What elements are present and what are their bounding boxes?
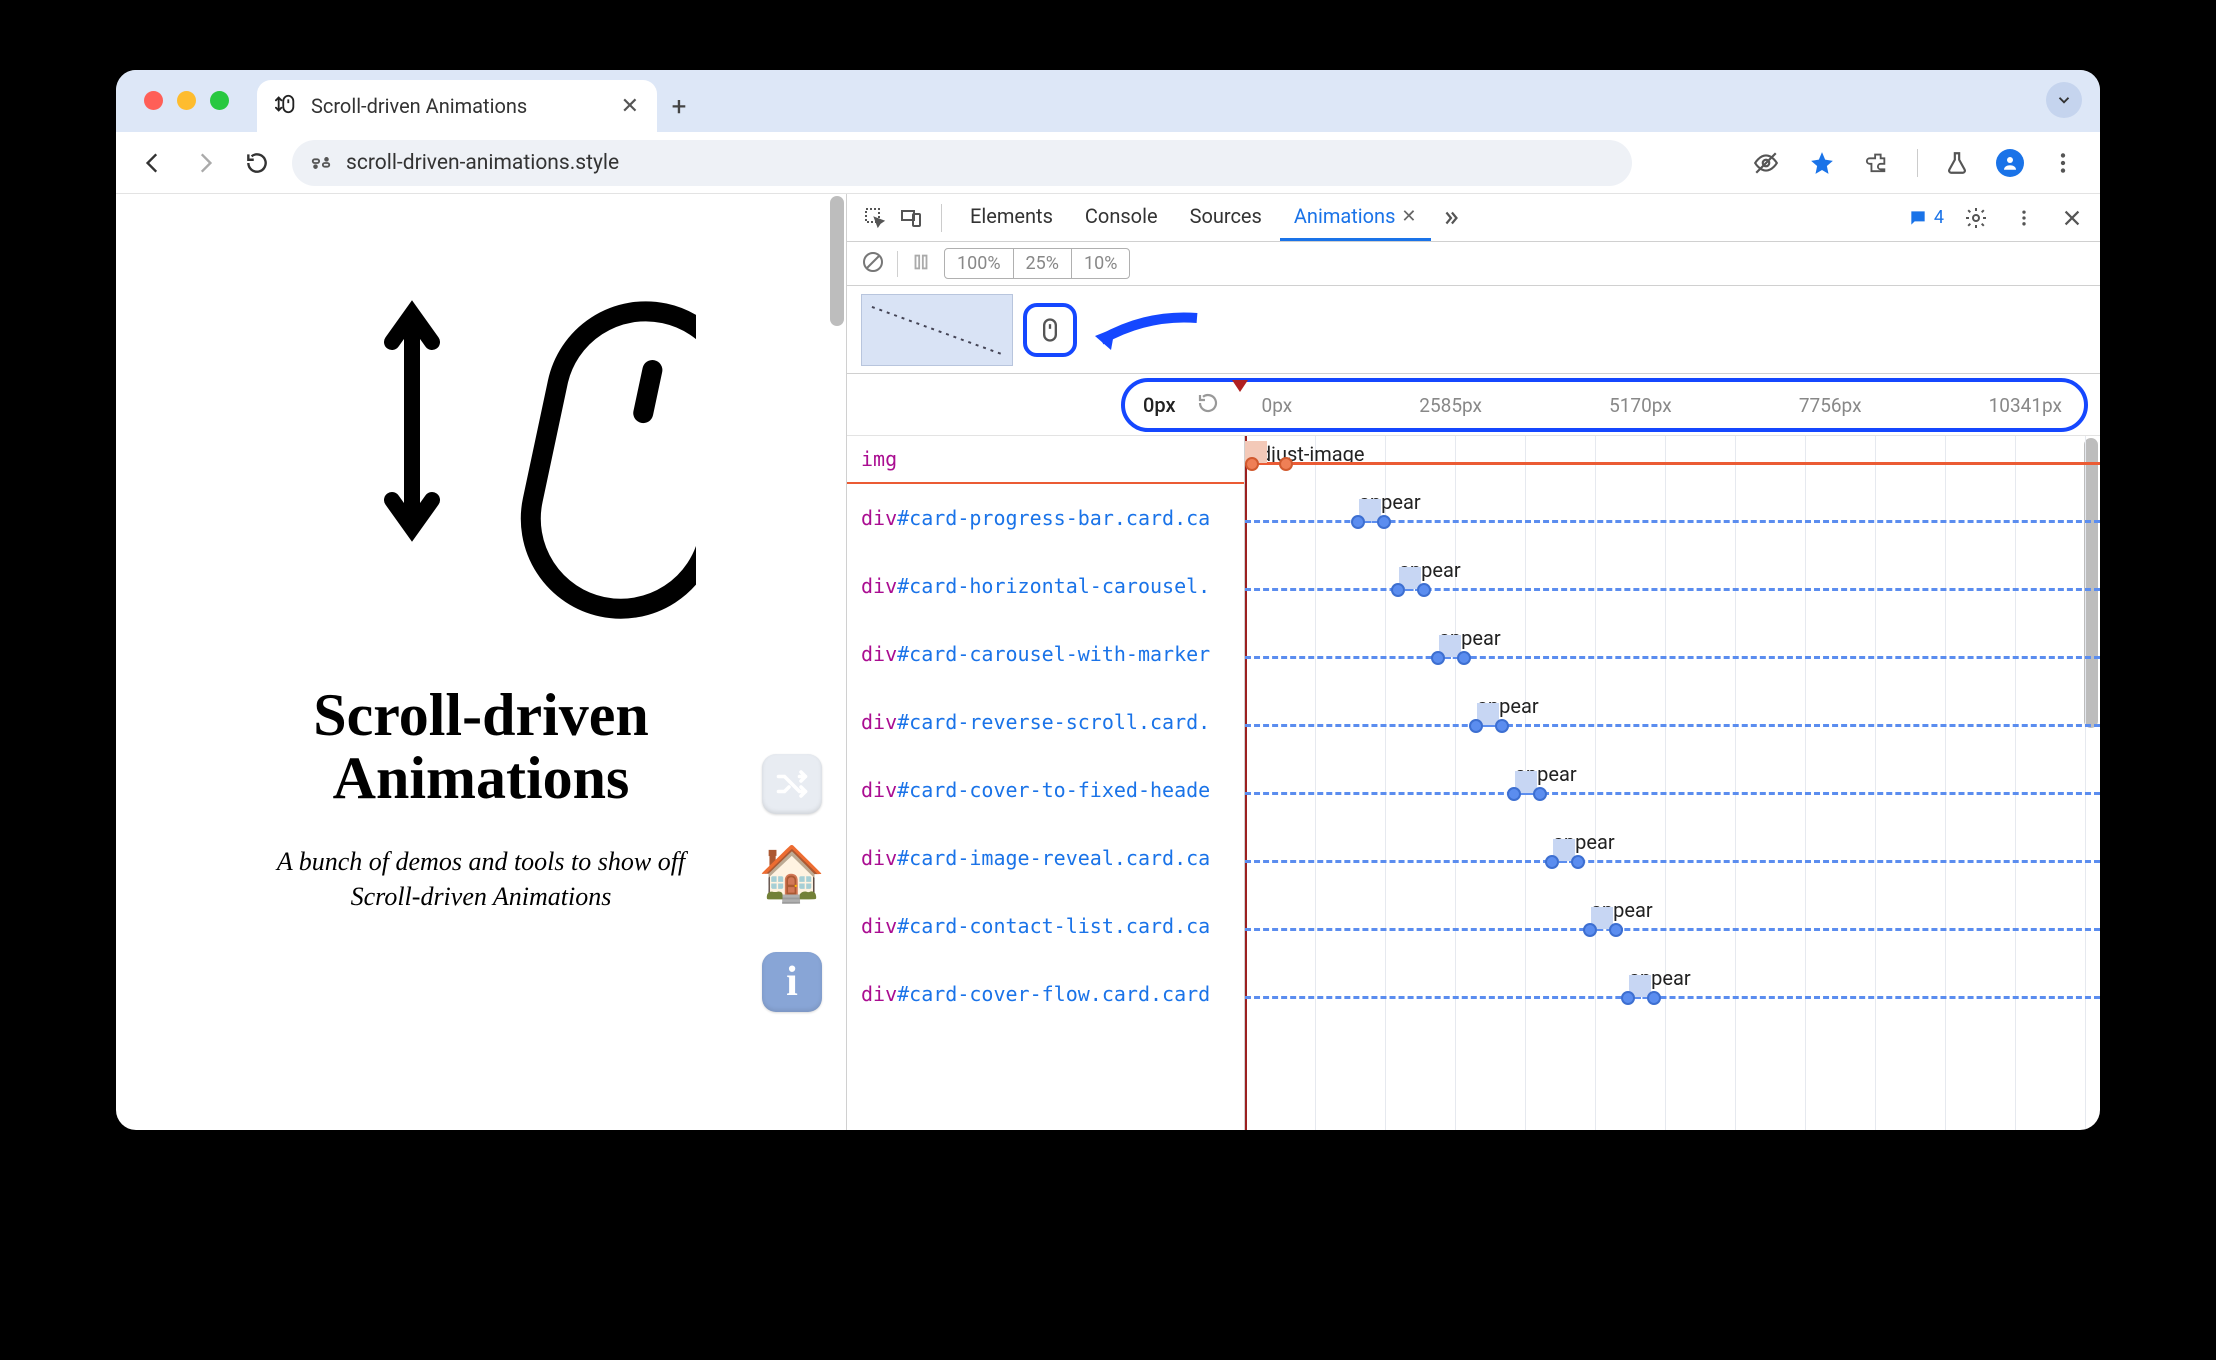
animation-group-thumbnail[interactable]	[861, 294, 1013, 366]
page-title: Scroll-driven Animations	[116, 684, 846, 810]
ruler-highlight: 0px 0px 2585px 5170px 7756px 10341px	[1121, 378, 2088, 432]
element-row[interactable]: div#card-contact-list.card.ca	[847, 892, 1244, 960]
back-button[interactable]	[136, 146, 170, 180]
playhead-marker-icon[interactable]	[1230, 378, 1250, 394]
close-devtools-icon[interactable]	[2056, 207, 2088, 229]
animation-track[interactable]: appear	[1245, 552, 2100, 620]
browser-toolbar: scroll-driven-animations.style	[116, 132, 2100, 194]
animation-groups-row	[847, 286, 2100, 374]
devtools-panel: Elements Console Sources Animations✕ 4	[846, 194, 2100, 1130]
animation-tracks[interactable]: adjust-imageappearappearappearappearappe…	[1245, 436, 2100, 1130]
element-row[interactable]: div#card-cover-flow.card.card	[847, 960, 1244, 1028]
element-row[interactable]: div#card-image-reveal.card.ca	[847, 824, 1244, 892]
browser-window: Scroll-driven Animations ✕ + scroll-driv…	[116, 70, 2100, 1130]
page-scrollbar[interactable]	[830, 196, 844, 326]
issues-badge[interactable]: 4	[1908, 207, 1944, 228]
tab-strip: Scroll-driven Animations ✕ +	[116, 70, 2100, 132]
scroll-driven-badge[interactable]	[1023, 303, 1077, 357]
devtools-tab-console[interactable]: Console	[1071, 194, 1172, 241]
animations-toolbar: 100% 25% 10%	[847, 242, 2100, 286]
url-text: scroll-driven-animations.style	[346, 151, 619, 175]
window-controls	[144, 91, 229, 110]
ruler-ticks[interactable]: 0px 2585px 5170px 7756px 10341px	[1240, 382, 2084, 428]
maximize-window-button[interactable]	[210, 91, 229, 110]
element-row[interactable]: div#card-progress-bar.card.ca	[847, 484, 1244, 552]
forward-button[interactable]	[188, 146, 222, 180]
new-tab-button[interactable]: +	[657, 92, 701, 122]
visibility-icon[interactable]	[1749, 146, 1783, 180]
callout-arrow-icon	[1087, 306, 1207, 360]
devtools-menu-icon[interactable]	[2008, 208, 2040, 228]
animation-elements-list: imgdiv#card-progress-bar.card.cadiv#card…	[847, 436, 1245, 1130]
tab-title: Scroll-driven Animations	[311, 94, 527, 118]
current-offset: 0px	[1143, 393, 1176, 417]
bookmark-star-icon[interactable]	[1805, 146, 1839, 180]
info-button[interactable]: i	[762, 952, 822, 1012]
animation-track[interactable]: appear	[1245, 484, 2100, 552]
animation-track[interactable]: appear	[1245, 824, 2100, 892]
reload-button[interactable]	[240, 146, 274, 180]
pause-icon[interactable]	[910, 251, 932, 277]
speed-25[interactable]: 25%	[1014, 249, 1072, 278]
element-row[interactable]: div#card-cover-to-fixed-heade	[847, 756, 1244, 824]
window-menu[interactable]	[2046, 82, 2082, 118]
animation-track[interactable]: adjust-image	[1245, 436, 2100, 484]
animation-track[interactable]: appear	[1245, 688, 2100, 756]
settings-gear-icon[interactable]	[1960, 206, 1992, 230]
animation-track[interactable]: appear	[1245, 892, 2100, 960]
shuffle-button[interactable]	[762, 754, 822, 814]
tab-favicon	[275, 93, 297, 120]
speed-100[interactable]: 100%	[945, 249, 1014, 278]
timeline-ruler: 0px 0px 2585px 5170px 7756px 10341px	[847, 374, 2100, 436]
close-window-button[interactable]	[144, 91, 163, 110]
element-row[interactable]: img	[847, 436, 1244, 484]
inspect-element-icon[interactable]	[859, 206, 891, 230]
close-tab-button[interactable]: ✕	[621, 94, 639, 119]
close-icon[interactable]: ✕	[1401, 206, 1416, 227]
devtools-tab-animations[interactable]: Animations✕	[1280, 194, 1431, 241]
device-toolbar-icon[interactable]	[895, 206, 927, 230]
page-logo	[376, 274, 696, 638]
speed-10[interactable]: 10%	[1072, 249, 1129, 278]
extensions-icon[interactable]	[1861, 146, 1895, 180]
element-row[interactable]: div#card-horizontal-carousel.	[847, 552, 1244, 620]
animation-track[interactable]: appear	[1245, 756, 2100, 824]
devtools-tab-elements[interactable]: Elements	[956, 194, 1067, 241]
address-bar[interactable]: scroll-driven-animations.style	[292, 140, 1632, 186]
devtools-tab-sources[interactable]: Sources	[1176, 194, 1276, 241]
labs-icon[interactable]	[1940, 146, 1974, 180]
element-row[interactable]: div#card-reverse-scroll.card.	[847, 688, 1244, 756]
animations-body: imgdiv#card-progress-bar.card.cadiv#card…	[847, 436, 2100, 1130]
devtools-tabbar: Elements Console Sources Animations✕ 4	[847, 194, 2100, 242]
content-area: Scroll-driven Animations A bunch of demo…	[116, 194, 2100, 1130]
browser-tab[interactable]: Scroll-driven Animations ✕	[257, 80, 657, 132]
more-tabs-icon[interactable]	[1435, 207, 1467, 229]
page-subtitle: A bunch of demos and tools to show off S…	[116, 844, 846, 914]
home-button[interactable]: 🏠	[762, 844, 822, 904]
clear-icon[interactable]	[861, 250, 885, 278]
minimize-window-button[interactable]	[177, 91, 196, 110]
playback-speed-group: 100% 25% 10%	[944, 248, 1130, 279]
animation-track[interactable]: appear	[1245, 960, 2100, 1028]
element-row[interactable]: div#card-carousel-with-marker	[847, 620, 1244, 688]
profile-avatar[interactable]	[1996, 149, 2024, 177]
browser-menu-button[interactable]	[2046, 146, 2080, 180]
reset-playhead-icon[interactable]	[1196, 391, 1220, 420]
rendered-page[interactable]: Scroll-driven Animations A bunch of demo…	[116, 194, 846, 1130]
animation-track[interactable]: appear	[1245, 620, 2100, 688]
